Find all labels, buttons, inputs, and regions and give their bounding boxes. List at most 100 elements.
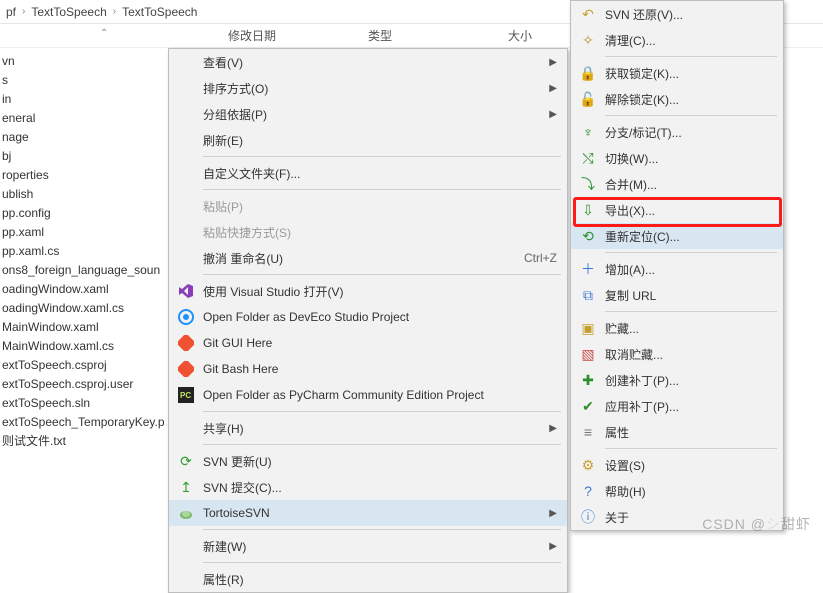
list-item[interactable]: eneral: [2, 109, 175, 128]
menu-relocate[interactable]: ⟲重新定位(C)...: [571, 223, 783, 249]
patch-icon: ✔: [577, 395, 599, 417]
separator: [203, 274, 561, 275]
menu-clean[interactable]: ✧清理(C)...: [571, 27, 783, 53]
menu-unshelve[interactable]: ▧取消贮藏...: [571, 341, 783, 367]
info-icon: ⓘ: [577, 506, 599, 528]
blank-icon: [175, 51, 197, 73]
menu-open-vs[interactable]: 使用 Visual Studio 打开(V): [169, 278, 567, 304]
menu-get-lock[interactable]: 🔒获取锁定(K)...: [571, 60, 783, 86]
list-item[interactable]: pp.config: [2, 204, 175, 223]
menu-refresh[interactable]: 刷新(E): [169, 127, 567, 153]
list-item[interactable]: MainWindow.xaml.cs: [2, 337, 175, 356]
chevron-right-icon: ▶: [549, 508, 557, 519]
merge-icon: ⤵: [577, 173, 599, 195]
shortcut: Ctrl+Z: [524, 251, 557, 265]
chevron-right-icon: ▶: [549, 83, 557, 94]
unshelve-icon: ▧: [577, 343, 599, 365]
list-item[interactable]: vn: [2, 52, 175, 71]
branch-icon: ♆: [577, 121, 599, 143]
deveco-icon: [175, 306, 197, 328]
menu-git-gui[interactable]: Git GUI Here: [169, 330, 567, 356]
breadcrumb-seg[interactable]: TextToSpeech: [122, 5, 197, 19]
menu-properties[interactable]: 属性(R): [169, 566, 567, 592]
help-icon: ?: [577, 480, 599, 502]
list-item[interactable]: oadingWindow.xaml.cs: [2, 299, 175, 318]
list-item[interactable]: extToSpeech.csproj.user: [2, 375, 175, 394]
menu-git-bash[interactable]: Git Bash Here: [169, 356, 567, 382]
menu-share[interactable]: 共享(H)▶: [169, 415, 567, 441]
menu-tortoisesvn[interactable]: TortoiseSVN▶: [169, 500, 567, 526]
list-item[interactable]: ons8_foreign_language_soun: [2, 261, 175, 280]
git-icon: [175, 358, 197, 380]
col-type[interactable]: 类型: [368, 27, 428, 44]
list-item[interactable]: 则试文件.txt: [2, 432, 175, 451]
list-item[interactable]: s: [2, 71, 175, 90]
copy-icon: ⧉: [577, 284, 599, 306]
menu-shelve[interactable]: ▣贮藏...: [571, 315, 783, 341]
menu-apply-patch[interactable]: ✔应用补丁(P)...: [571, 393, 783, 419]
list-item[interactable]: in: [2, 90, 175, 109]
menu-group[interactable]: 分组依据(P)▶: [169, 101, 567, 127]
file-list[interactable]: vn s in eneral nage bj roperties ublish …: [0, 52, 175, 451]
menu-release-lock[interactable]: 🔓解除锁定(K)...: [571, 86, 783, 112]
col-date[interactable]: 修改日期: [228, 27, 288, 44]
menu-paste: 粘贴(P): [169, 193, 567, 219]
chevron-right-icon: ▶: [549, 541, 557, 552]
list-item[interactable]: extToSpeech.sln: [2, 394, 175, 413]
menu-copy-url[interactable]: ⧉复制 URL: [571, 282, 783, 308]
list-item[interactable]: pp.xaml: [2, 223, 175, 242]
menu-svn-properties[interactable]: ≡属性: [571, 419, 783, 445]
relocate-icon: ⟲: [577, 225, 599, 247]
pycharm-icon: PC: [175, 384, 197, 406]
watermark: CSDN @シ甜虾: [702, 514, 811, 534]
menu-settings[interactable]: ⚙设置(S): [571, 452, 783, 478]
menu-open-pycharm[interactable]: PCOpen Folder as PyCharm Community Editi…: [169, 382, 567, 408]
list-item[interactable]: bj: [2, 147, 175, 166]
gear-icon: ⚙: [577, 454, 599, 476]
switch-icon: ⤭: [577, 147, 599, 169]
menu-create-patch[interactable]: ✚创建补丁(P)...: [571, 367, 783, 393]
svg-text:PC: PC: [180, 391, 191, 400]
chevron-right-icon: ▶: [549, 109, 557, 120]
separator: [605, 448, 777, 449]
menu-svn-update[interactable]: ⟳SVN 更新(U): [169, 448, 567, 474]
list-item[interactable]: nage: [2, 128, 175, 147]
menu-switch[interactable]: ⤭切换(W)...: [571, 145, 783, 171]
breadcrumb-seg[interactable]: TextToSpeech: [31, 5, 106, 19]
col-size[interactable]: 大小: [508, 27, 568, 44]
menu-help[interactable]: ?帮助(H): [571, 478, 783, 504]
separator: [203, 562, 561, 563]
separator: [605, 115, 777, 116]
separator: [203, 156, 561, 157]
sort-indicator-icon: ⌃: [100, 28, 108, 39]
menu-svn-commit[interactable]: ↥SVN 提交(C)...: [169, 474, 567, 500]
menu-undo[interactable]: 撤消 重命名(U)Ctrl+Z: [169, 245, 567, 271]
svn-commit-icon: ↥: [175, 476, 197, 498]
breadcrumb-seg[interactable]: pf: [6, 5, 16, 19]
list-item[interactable]: roperties: [2, 166, 175, 185]
revert-icon: ↶: [577, 3, 599, 25]
menu-export[interactable]: ⇩导出(X)...: [571, 197, 783, 223]
visual-studio-icon: [175, 280, 197, 302]
menu-new[interactable]: 新建(W)▶: [169, 533, 567, 559]
broom-icon: ✧: [577, 29, 599, 51]
menu-open-deveco[interactable]: Open Folder as DevEco Studio Project: [169, 304, 567, 330]
menu-add[interactable]: ＋增加(A)...: [571, 256, 783, 282]
list-item[interactable]: extToSpeech_TemporaryKey.p: [2, 413, 175, 432]
plus-icon: ＋: [577, 258, 599, 280]
list-item[interactable]: pp.xaml.cs: [2, 242, 175, 261]
list-item[interactable]: extToSpeech.csproj: [2, 356, 175, 375]
separator: [203, 529, 561, 530]
menu-svn-revert[interactable]: ↶SVN 还原(V)...: [571, 1, 783, 27]
menu-branch[interactable]: ♆分支/标记(T)...: [571, 119, 783, 145]
context-menu: 查看(V)▶ 排序方式(O)▶ 分组依据(P)▶ 刷新(E) 自定义文件夹(F)…: [168, 48, 568, 593]
list-item[interactable]: MainWindow.xaml: [2, 318, 175, 337]
list-item[interactable]: oadingWindow.xaml: [2, 280, 175, 299]
menu-merge[interactable]: ⤵合并(M)...: [571, 171, 783, 197]
menu-customize-folder[interactable]: 自定义文件夹(F)...: [169, 160, 567, 186]
list-item[interactable]: ublish: [2, 185, 175, 204]
separator: [203, 189, 561, 190]
menu-paste-shortcut: 粘贴快捷方式(S): [169, 219, 567, 245]
menu-view[interactable]: 查看(V)▶: [169, 49, 567, 75]
menu-sort[interactable]: 排序方式(O)▶: [169, 75, 567, 101]
